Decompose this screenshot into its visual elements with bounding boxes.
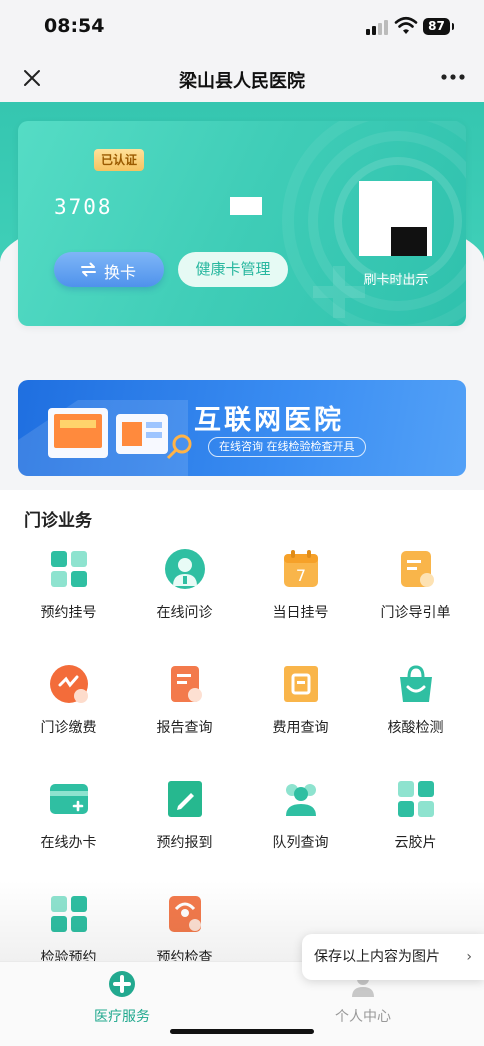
tab-label: 医疗服务	[94, 1009, 150, 1025]
status-bar: 08:54 87	[0, 0, 484, 56]
grid-item-nucleic[interactable]: 核酸检测	[355, 663, 476, 763]
banner-title: 互联网医院	[194, 405, 344, 436]
card-manage-button[interactable]: 健康卡管理	[178, 252, 288, 287]
health-card[interactable]: 已认证 3708 换卡 健康卡管理 刷卡时出示	[18, 121, 466, 326]
grid-item-appointment[interactable]: 预约挂号	[8, 548, 129, 648]
tab-label: 个人中心	[335, 1009, 391, 1025]
status-time: 08:54	[44, 15, 105, 37]
outpatient-section: 门诊业务 预约挂号 在线问诊 7 当日挂号 门诊导引单 门诊缴费 报告查询 费用…	[0, 490, 484, 970]
section-title: 门诊业务	[24, 511, 92, 531]
card-number: 3708	[54, 195, 113, 219]
wifi-icon	[394, 16, 418, 34]
grid-item-label: 在线办卡	[40, 835, 97, 851]
grid-item-payment[interactable]: 门诊缴费	[8, 663, 129, 763]
grid-item-online-consult[interactable]: 在线问诊	[124, 548, 245, 648]
payment-icon	[50, 665, 88, 703]
grid-item-checkin[interactable]: 预约报到	[124, 778, 245, 878]
queue-icon	[286, 784, 316, 816]
chevron-right-icon: ›	[466, 949, 472, 965]
save-as-image-label: 保存以上内容为图片	[314, 949, 440, 965]
grid-item-label: 门诊缴费	[40, 720, 97, 736]
grid-item-label: 队列查询	[272, 835, 329, 851]
grid-item-fee[interactable]: 费用查询	[240, 663, 361, 763]
grid-item-label: 核酸检测	[387, 720, 444, 736]
grid-item-same-day[interactable]: 7 当日挂号	[240, 548, 361, 648]
appointment-grid-icon	[51, 551, 87, 587]
grid-item-label: 云胶片	[394, 835, 437, 851]
more-icon[interactable]	[440, 72, 466, 82]
card-add-icon	[50, 784, 88, 814]
verified-badge: 已认证	[94, 149, 145, 171]
grid-item-label: 当日挂号	[272, 605, 329, 621]
grid-item-queue[interactable]: 队列查询	[240, 778, 361, 878]
ultrasound-icon	[169, 896, 201, 932]
grid-item-label: 预约报到	[156, 835, 213, 851]
qr-code-block	[391, 227, 427, 256]
doctor-icon	[165, 549, 205, 589]
medical-cross-icon	[109, 971, 135, 997]
fee-icon	[284, 666, 318, 702]
masked-number	[230, 197, 262, 215]
grid-item-cloud-film[interactable]: 云胶片	[355, 778, 476, 878]
grid-item-label: 在线问诊	[156, 605, 213, 621]
grid-item-label: 报告查询	[156, 720, 213, 736]
signal-icon	[366, 19, 390, 35]
switch-card-button[interactable]: 换卡	[54, 252, 164, 287]
grid-item-label: 费用查询	[272, 720, 329, 736]
svg-text:7: 7	[296, 566, 306, 585]
qr-caption: 刷卡时出示	[363, 273, 429, 288]
switch-card-label: 换卡	[104, 263, 137, 282]
cloud-film-icon	[398, 781, 434, 817]
swap-icon	[81, 262, 96, 277]
tab-medical-services[interactable]: 医疗服务	[34, 968, 214, 1028]
grid-item-label: 预约挂号	[40, 605, 97, 621]
checkin-icon	[168, 781, 202, 817]
page-title: 梁山县人民医院	[179, 71, 305, 92]
guide-doc-icon	[401, 551, 434, 587]
grid-item-label: 门诊导引单	[380, 605, 451, 621]
internet-hospital-banner[interactable]: 互联网医院 在线咨询 在线检验检查开具	[18, 380, 466, 476]
qr-code[interactable]	[359, 181, 432, 256]
calendar-icon: 7	[284, 550, 318, 587]
grid-item-report[interactable]: 报告查询	[124, 663, 245, 763]
home-indicator	[170, 1029, 314, 1034]
lab-grid-icon	[51, 896, 87, 932]
report-icon	[171, 666, 202, 702]
banner-subtitle: 在线咨询 在线检验检查开具	[208, 437, 366, 457]
grid-item-online-card[interactable]: 在线办卡	[8, 778, 129, 878]
nav-bar: 梁山县人民医院	[0, 56, 484, 102]
battery-indicator: 87	[423, 18, 454, 35]
test-bag-icon	[400, 665, 432, 702]
grid-item-guide[interactable]: 门诊导引单	[355, 548, 476, 648]
save-as-image-button[interactable]: 保存以上内容为图片 ›	[302, 934, 484, 980]
